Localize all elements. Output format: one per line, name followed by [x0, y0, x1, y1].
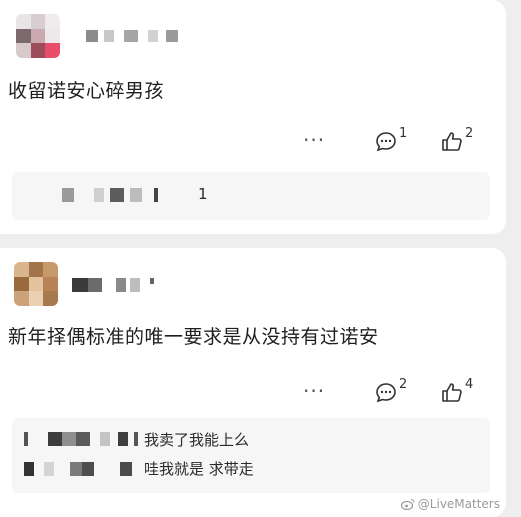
comment-bubble-icon [376, 132, 396, 152]
reply-preview[interactable]: 我卖了我能上么 哇我就是 求带走 [12, 418, 490, 493]
like-count: 4 [465, 377, 474, 392]
more-dots-icon[interactable]: ··· [303, 128, 325, 152]
avatar[interactable] [14, 262, 58, 306]
thumbs-up-icon [442, 132, 462, 151]
reply-username-redacted [62, 188, 158, 202]
post-text: 新年择偶标准的唯一要求是从没持有过诺安 [8, 326, 379, 348]
comment-button[interactable]: 2 [374, 377, 407, 405]
like-button[interactable]: 2 [440, 126, 473, 154]
reply-username-redacted [24, 462, 132, 476]
comment-count: 1 [399, 126, 408, 141]
post-card-2: 新年择偶标准的唯一要求是从没持有过诺安 ··· 2 4 我卖了我能上么 哇我就是… [0, 248, 506, 517]
comment-button[interactable]: 1 [374, 126, 407, 154]
watermark-text: @LiveMatters [417, 497, 500, 511]
username-redacted[interactable] [86, 30, 178, 42]
post-card-1: 收留诺安心碎男孩 ··· 1 2 1 [0, 0, 506, 234]
like-count: 2 [465, 126, 474, 141]
like-button[interactable]: 4 [440, 377, 473, 405]
reply-username-redacted [24, 432, 138, 446]
reply-count: 1 [198, 185, 208, 203]
username-redacted[interactable] [72, 278, 154, 292]
watermark: @LiveMatters [400, 497, 500, 511]
reply-text: 我卖了我能上么 [144, 431, 250, 449]
more-dots-icon[interactable]: ··· [303, 379, 325, 403]
reply-text: 哇我就是 求带走 [144, 460, 254, 478]
avatar[interactable] [16, 14, 60, 58]
comment-count: 2 [399, 377, 408, 392]
weibo-logo-icon [400, 499, 415, 510]
thumbs-up-icon [442, 383, 462, 402]
comment-bubble-icon [376, 383, 396, 403]
reply-preview[interactable]: 1 [12, 172, 490, 220]
post-text: 收留诺安心碎男孩 [8, 80, 165, 102]
